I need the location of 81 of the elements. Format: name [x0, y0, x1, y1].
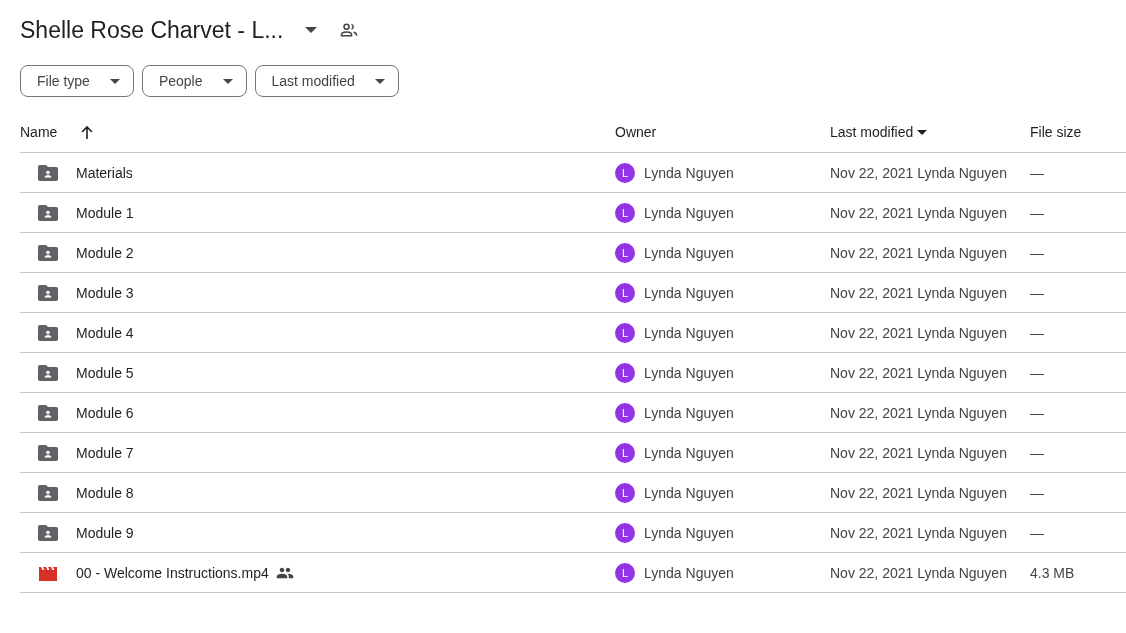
- file-name[interactable]: 00 - Welcome Instructions.mp4: [76, 564, 269, 581]
- modified-text: Nov 22, 2021 Lynda Nguyen: [830, 204, 1007, 221]
- caret-icon: [305, 27, 318, 33]
- file-size: 4.3 MB: [1030, 564, 1075, 581]
- file-size: —: [1030, 484, 1044, 501]
- modified-text: Nov 22, 2021 Lynda Nguyen: [830, 244, 1007, 261]
- owner-name: Lynda Nguyen: [644, 204, 734, 221]
- file-name[interactable]: Module 8: [76, 484, 134, 501]
- modified-text: Nov 22, 2021 Lynda Nguyen: [830, 444, 1007, 461]
- modified-text: Nov 22, 2021 Lynda Nguyen: [830, 364, 1007, 381]
- shared-folder-icon: [38, 444, 58, 461]
- filter-chip[interactable]: People: [141, 65, 247, 97]
- file-size: —: [1030, 204, 1044, 221]
- file-size: —: [1030, 284, 1044, 301]
- column-header[interactable]: Last modified: [830, 124, 914, 140]
- owner-name: Lynda Nguyen: [644, 444, 734, 461]
- modified-text: Nov 22, 2021 Lynda Nguyen: [830, 404, 1007, 421]
- modified-text: Nov 22, 2021 Lynda Nguyen: [830, 324, 1007, 341]
- file-name[interactable]: Module 6: [76, 404, 134, 421]
- owner-avatar: L: [615, 162, 635, 183]
- caret-icon: [222, 78, 233, 84]
- owner-avatar: L: [615, 522, 635, 543]
- shared-folder-icon: [38, 324, 58, 341]
- file-name[interactable]: Module 4: [76, 324, 134, 341]
- shared-folder-icon: [38, 484, 58, 501]
- shared-folder-icon: [38, 404, 58, 421]
- file-size: —: [1030, 244, 1044, 261]
- owner-avatar: L: [615, 402, 635, 423]
- owner-name: Lynda Nguyen: [644, 484, 734, 501]
- file-size: —: [1030, 444, 1044, 461]
- owner-avatar: L: [615, 202, 635, 223]
- column-header[interactable]: Owner: [615, 124, 657, 140]
- file-name[interactable]: Module 1: [76, 204, 134, 221]
- shared-folder-icon: [38, 164, 58, 181]
- owner-name: Lynda Nguyen: [644, 404, 734, 421]
- filter-chip[interactable]: Last modified: [254, 65, 399, 97]
- sort-arrow-icon[interactable]: [81, 125, 94, 139]
- sort-caret-icon[interactable]: [917, 129, 928, 135]
- owner-name: Lynda Nguyen: [644, 564, 734, 581]
- owner-name: Lynda Nguyen: [644, 324, 734, 341]
- owner-name: Lynda Nguyen: [644, 524, 734, 541]
- owner-name: Lynda Nguyen: [644, 244, 734, 261]
- shared-folder-icon: [38, 244, 58, 261]
- shared-folder-icon: [38, 284, 58, 301]
- owner-avatar: L: [615, 242, 635, 263]
- modified-text: Nov 22, 2021 Lynda Nguyen: [830, 524, 1007, 541]
- file-name[interactable]: Module 3: [76, 284, 134, 301]
- owner-avatar: L: [615, 442, 635, 463]
- folder-title: Shelle Rose Charvet - L...: [20, 16, 284, 44]
- owner-avatar: L: [615, 562, 635, 583]
- file-name[interactable]: Module 5: [76, 364, 134, 381]
- shared-folder-icon: [38, 204, 58, 221]
- filter-chip[interactable]: File type: [20, 65, 134, 97]
- file-size: —: [1030, 324, 1044, 341]
- owner-avatar: L: [615, 362, 635, 383]
- modified-text: Nov 22, 2021 Lynda Nguyen: [830, 164, 1007, 181]
- shared-folder-icon: [38, 524, 58, 541]
- file-name[interactable]: Module 2: [76, 244, 134, 261]
- owner-avatar: L: [615, 482, 635, 503]
- file-size: —: [1030, 364, 1044, 381]
- owner-name: Lynda Nguyen: [644, 364, 734, 381]
- file-name[interactable]: Module 9: [76, 524, 134, 541]
- file-name[interactable]: Materials: [76, 164, 133, 181]
- share-button[interactable]: [339, 20, 360, 40]
- modified-text: Nov 22, 2021 Lynda Nguyen: [830, 564, 1007, 581]
- owner-avatar: L: [615, 282, 635, 303]
- file-size: —: [1030, 164, 1044, 181]
- video-file-icon: [39, 564, 57, 581]
- owner-name: Lynda Nguyen: [644, 164, 734, 181]
- file-size: —: [1030, 524, 1044, 541]
- owner-avatar: L: [615, 322, 635, 343]
- column-header[interactable]: File size: [1030, 124, 1082, 140]
- owner-name: Lynda Nguyen: [644, 284, 734, 301]
- file-size: —: [1030, 404, 1044, 421]
- column-header[interactable]: Name: [20, 124, 58, 140]
- caret-icon: [374, 78, 385, 84]
- file-name[interactable]: Module 7: [76, 444, 134, 461]
- caret-icon: [109, 78, 120, 84]
- shared-folder-icon: [38, 364, 58, 381]
- modified-text: Nov 22, 2021 Lynda Nguyen: [830, 284, 1007, 301]
- modified-text: Nov 22, 2021 Lynda Nguyen: [830, 484, 1007, 501]
